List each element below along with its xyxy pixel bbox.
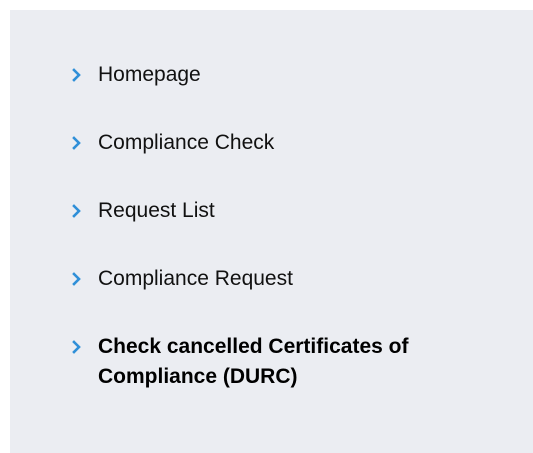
nav-item-homepage[interactable]: Homepage <box>72 60 527 90</box>
chevron-right-icon <box>72 332 98 362</box>
nav-item-label: Check cancelled Certificates of Complian… <box>98 335 409 388</box>
chevron-right-icon <box>72 264 98 294</box>
nav-item-request-list[interactable]: Request List <box>72 196 527 226</box>
nav-item-label: Request List <box>98 199 215 222</box>
nav-item-label: Homepage <box>98 63 201 86</box>
nav-item-check-cancelled-certificates[interactable]: Check cancelled Certificates of Complian… <box>72 332 527 392</box>
chevron-right-icon <box>72 128 98 158</box>
side-navigation-panel: Homepage Compliance Check Request List C… <box>10 10 533 453</box>
nav-item-compliance-check[interactable]: Compliance Check <box>72 128 527 158</box>
nav-list: Homepage Compliance Check Request List C… <box>72 60 527 430</box>
nav-item-label: Compliance Request <box>98 267 293 290</box>
nav-item-compliance-request[interactable]: Compliance Request <box>72 264 527 294</box>
nav-item-label: Compliance Check <box>98 131 275 154</box>
chevron-right-icon <box>72 60 98 90</box>
chevron-right-icon <box>72 196 98 226</box>
